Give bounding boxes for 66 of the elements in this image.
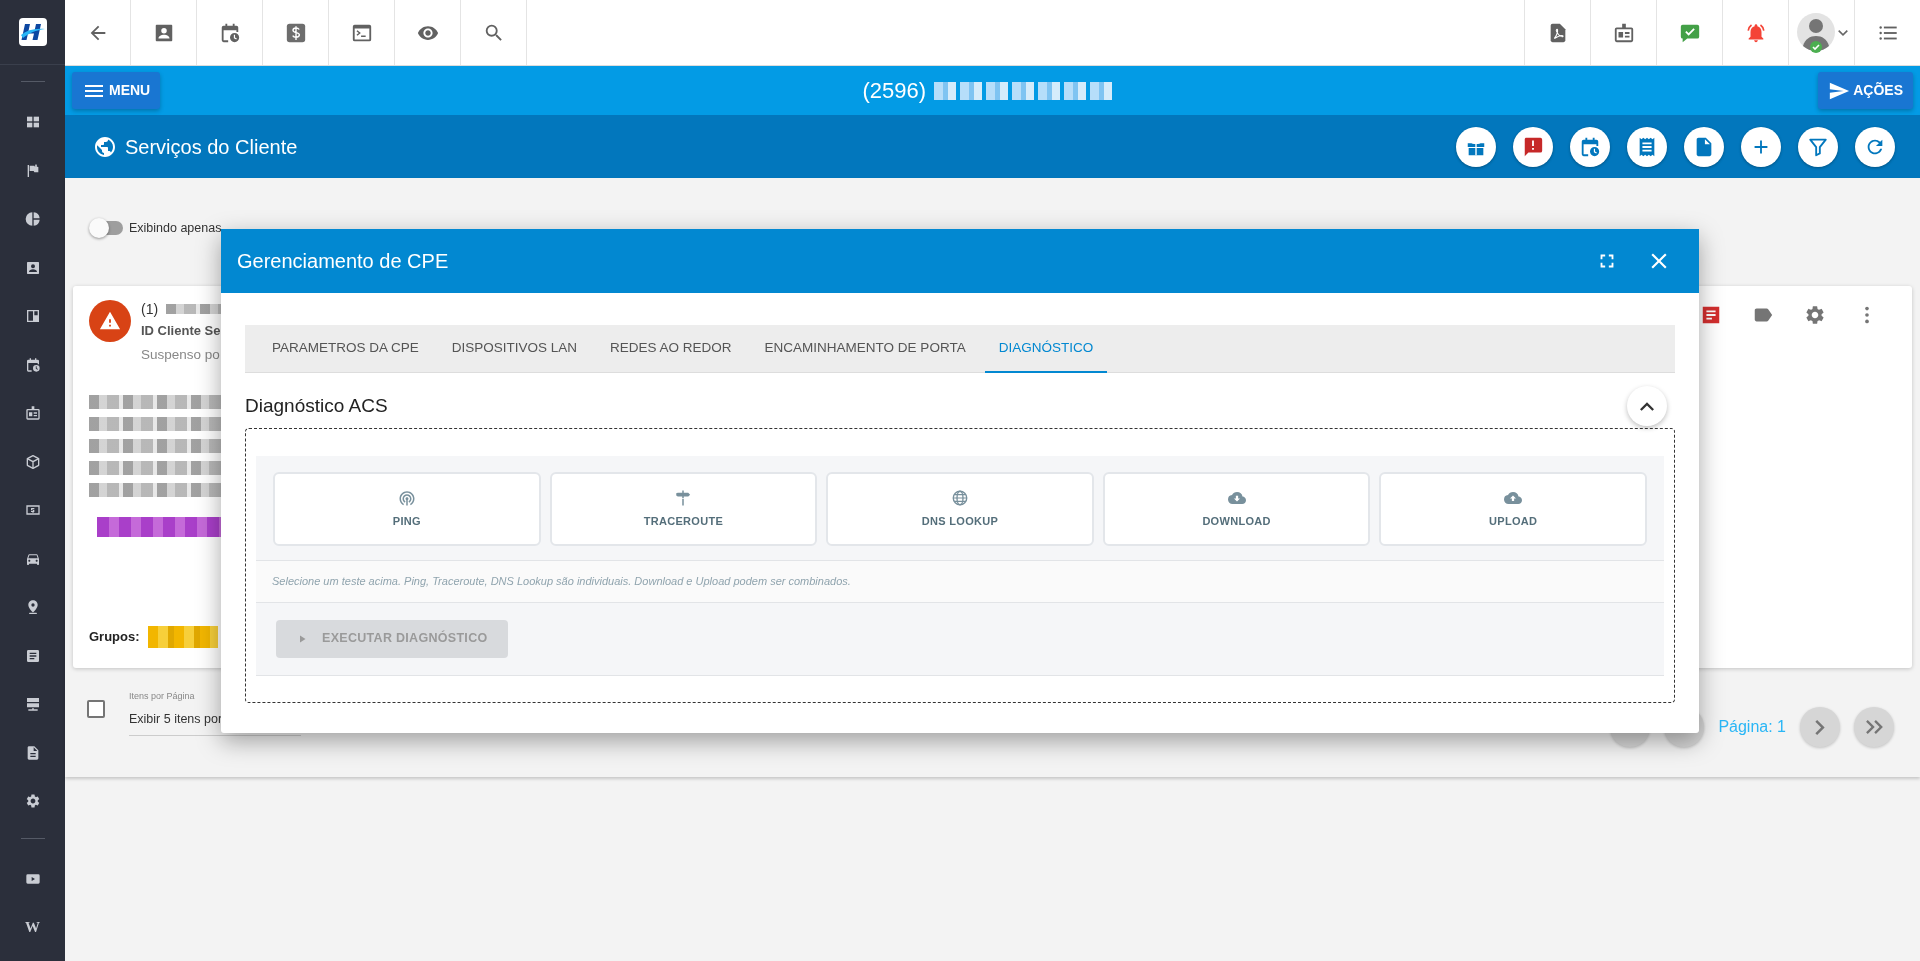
test-option-button[interactable]: UPLOAD xyxy=(1379,472,1647,546)
warning-icon xyxy=(99,310,121,332)
test-option-button[interactable]: DOWNLOAD xyxy=(1102,472,1371,546)
page-indicator: Página: 1 xyxy=(1718,717,1786,737)
calendar-clock-icon xyxy=(1579,135,1601,158)
server-icon[interactable] xyxy=(24,696,41,713)
tab[interactable]: REDES AO REDOR xyxy=(596,325,746,373)
logo[interactable] xyxy=(18,18,47,46)
add-button[interactable] xyxy=(1741,126,1781,167)
receipt-button[interactable] xyxy=(1627,126,1667,167)
file-button[interactable] xyxy=(1684,126,1724,167)
calendar-clock-button[interactable] xyxy=(1570,126,1610,167)
tab[interactable]: PARAMETROS DA CPE xyxy=(258,325,433,373)
collapse-button[interactable] xyxy=(1627,386,1667,426)
signpost-icon xyxy=(674,488,693,507)
tab[interactable]: ENCAMINHAMENTO DE PORTA xyxy=(750,325,980,373)
section-title: Diagnóstico ACS xyxy=(245,393,388,418)
hint-text: Selecione um teste acima. Ping, Traceroute, DNS Lookup são individuais. Download e Upload podem ser combinados. xyxy=(272,575,851,587)
dollar-icon[interactable] xyxy=(284,21,307,44)
avatar[interactable] xyxy=(1795,11,1836,54)
toggle-switch[interactable] xyxy=(91,221,123,235)
double-chevron-icon xyxy=(1865,720,1883,734)
client-id-label: ID Cliente Se xyxy=(141,322,221,338)
gear-icon[interactable] xyxy=(1804,304,1826,326)
gift-button[interactable] xyxy=(1456,126,1496,167)
alert-message-icon xyxy=(1522,135,1544,158)
id-badge-icon[interactable] xyxy=(1612,21,1635,44)
tab[interactable]: DISPOSITIVOS LAN xyxy=(437,325,592,373)
list-icon[interactable] xyxy=(24,647,41,664)
actions-button[interactable]: AÇÕES xyxy=(1818,72,1913,109)
globe-icon xyxy=(93,134,117,159)
blurred-tag xyxy=(147,626,218,648)
client-number: (1) xyxy=(141,300,159,319)
calendar-clock-icon[interactable] xyxy=(24,356,41,373)
modal-title: Gerenciamento de CPE xyxy=(237,249,449,274)
id-badge-icon[interactable] xyxy=(24,405,41,422)
cube-icon[interactable] xyxy=(24,453,41,470)
toggle-label: Exibindo apenas xyxy=(129,219,222,237)
ping-signal-icon xyxy=(397,488,416,507)
chevron-up-icon xyxy=(1640,401,1654,411)
client-title: (2596) xyxy=(862,77,926,105)
groups-label: Grupos: xyxy=(89,628,140,647)
note-icon[interactable] xyxy=(1700,304,1722,326)
tab[interactable]: DIAGNÓSTICO xyxy=(984,325,1108,373)
alert-message-button[interactable] xyxy=(1513,126,1553,167)
menu-button[interactable]: MENU xyxy=(72,72,161,109)
next-page-button[interactable] xyxy=(1800,707,1840,747)
pie-chart-icon[interactable] xyxy=(24,211,41,228)
filter-button[interactable] xyxy=(1798,126,1838,167)
page-title: Serviços do Cliente xyxy=(125,134,298,160)
gear-icon[interactable] xyxy=(24,793,41,810)
test-option-button[interactable]: TRACEROUTE xyxy=(549,472,818,546)
board-icon[interactable] xyxy=(24,308,41,325)
test-option-button[interactable]: PING xyxy=(273,472,541,546)
client-status: Suspenso po xyxy=(141,347,220,363)
last-page-button[interactable] xyxy=(1854,707,1894,747)
bell-icon[interactable] xyxy=(1744,21,1767,44)
contact-card-icon[interactable] xyxy=(24,259,41,276)
test-option-button[interactable]: DNS LOOKUP xyxy=(826,472,1094,546)
chevron-right-icon xyxy=(1815,719,1825,735)
caret-icon[interactable] xyxy=(1837,29,1848,36)
select-all-checkbox[interactable] xyxy=(87,700,105,718)
refresh-button[interactable] xyxy=(1855,126,1895,167)
globe-icon xyxy=(951,488,969,507)
field-label: Itens por Página xyxy=(129,691,195,702)
wiki-icon[interactable]: W xyxy=(25,919,40,935)
